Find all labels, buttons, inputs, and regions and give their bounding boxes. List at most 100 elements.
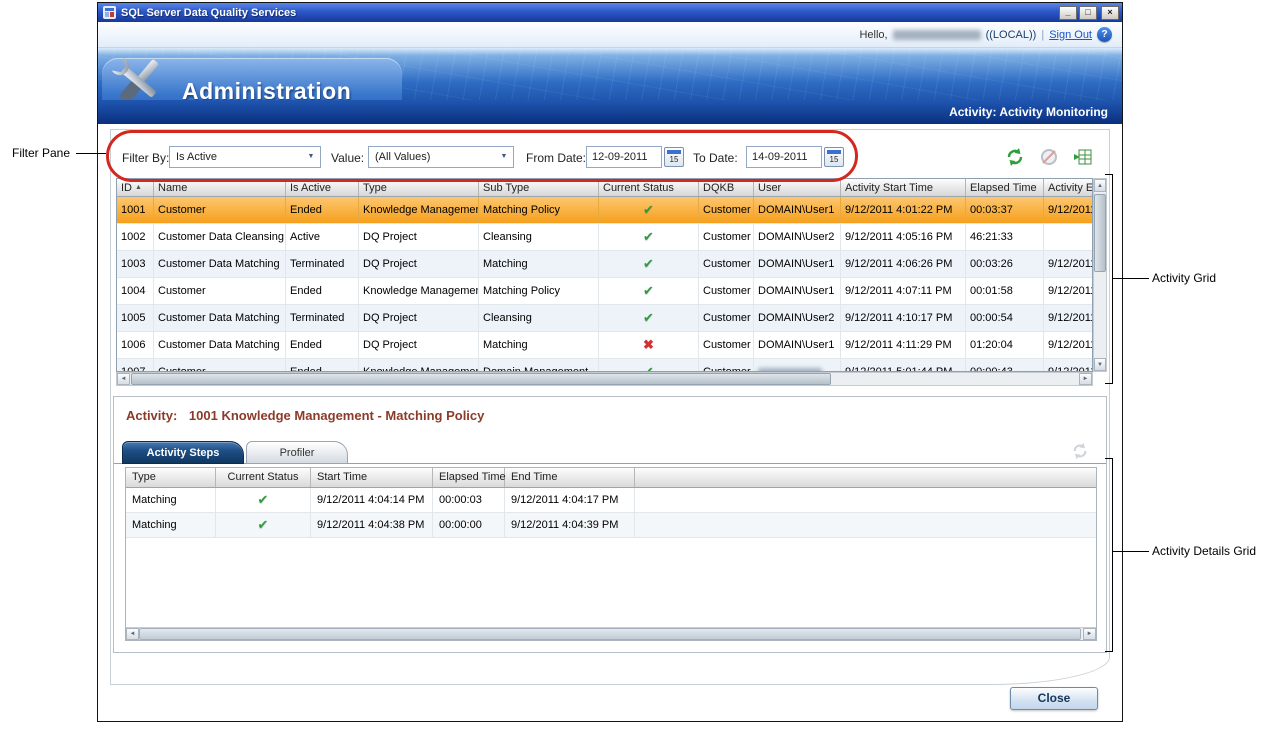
session-bar: Hello, ((LOCAL)) | Sign Out ? [98,22,1122,48]
tab-activity-steps[interactable]: Activity Steps [122,441,244,464]
cell-name: Customer Data Cleansing [154,224,286,250]
cell-start-time: 9/12/2011 4:01:22 PM [841,197,966,223]
activity-grid-row-partial[interactable]: 1007 Customer Ended Knowledge Management… [117,359,1092,372]
value-label: Value: [331,151,364,165]
value-value: (All Values) [375,151,430,163]
details-scrollbar-thumb[interactable] [139,628,1081,640]
sort-asc-icon: ▲ [135,180,142,196]
export-button[interactable] [1072,147,1094,167]
column-header-user[interactable]: User [754,179,841,196]
column-header-sub-type[interactable]: Sub Type [479,179,599,196]
status-ok-icon: ✔ [216,488,311,512]
maximize-button[interactable]: □ [1079,6,1097,20]
status-ok-icon: ✔ [599,359,699,372]
activity-status-strip: Activity: Activity Monitoring [98,100,1122,124]
filter-by-value: Is Active [176,151,217,163]
administration-banner: Administration Activity: Activity Monito… [98,48,1122,124]
cell-user-redacted [754,359,841,372]
minimize-button[interactable]: _ [1059,6,1077,20]
column-header-is-active[interactable]: Is Active [286,179,359,196]
cell-sub-type: Cleansing [479,224,599,250]
cell-type: Knowledge Management [359,197,479,223]
cell-end-time: 9/12/2011 [1044,332,1092,358]
activity-grid-row[interactable]: 1005 Customer Data Matching Terminated D… [117,305,1092,332]
annotation-bracket-activity-grid [1105,174,1113,384]
sign-out-link[interactable]: Sign Out [1049,29,1092,41]
cell-end-time: 9/12/2011 4:04:39 PM [505,513,635,537]
column-header-dqkb[interactable]: DQKB [699,179,754,196]
cell-name: Customer Data Matching [154,305,286,331]
column-header-current-status[interactable]: Current Status [216,468,311,487]
refresh-button[interactable] [1004,147,1026,167]
status-ok-icon: ✔ [599,251,699,277]
cell-type: Matching [126,513,216,537]
to-date-input[interactable]: 14-09-2011 [746,146,822,168]
annotation-activity-grid: Activity Grid [1152,271,1216,285]
column-header-start-time[interactable]: Activity Start Time [841,179,966,196]
horizontal-scrollbar[interactable]: ◄ ► [116,372,1093,386]
cell-is-active: Terminated [286,251,359,277]
column-header-elapsed-time[interactable]: Elapsed Time [433,468,505,487]
activity-grid-row[interactable]: 1003 Customer Data Matching Terminated D… [117,251,1092,278]
value-select[interactable]: (All Values) ▼ [368,146,514,168]
tab-profiler[interactable]: Profiler [246,441,348,464]
scroll-right-button[interactable]: ► [1079,373,1092,385]
cell-name: Customer [154,359,286,372]
column-header-name[interactable]: Name [154,179,286,196]
cell-name: Customer [154,278,286,304]
help-icon[interactable]: ? [1097,27,1112,42]
activity-details-panel: Activity: 1001 Knowledge Management - Ma… [113,396,1107,653]
activity-grid-header: ID ▲ Name Is Active Type Sub Type Curren… [117,179,1092,197]
column-header-type[interactable]: Type [126,468,216,487]
details-horizontal-scrollbar[interactable]: ◄ ► [126,627,1096,640]
cell-type: Knowledge Management [359,359,479,372]
annotation-line [1113,551,1149,552]
cell-is-active: Ended [286,278,359,304]
cell-type: Knowledge Management [359,278,479,304]
terminate-activity-button-disabled[interactable] [1038,147,1060,167]
cell-end-time: 9/12/2011 [1044,359,1092,372]
activity-step-row[interactable]: Matching ✔ 9/12/2011 4:04:14 PM 00:00:03… [126,488,1096,513]
cell-elapsed: 00:01:58 [966,278,1044,304]
activity-grid-row[interactable]: 1004 Customer Ended Knowledge Management… [117,278,1092,305]
cell-user: DOMAIN\User2 [754,305,841,331]
details-title-label: Activity: [126,408,177,423]
refresh-steps-icon-disabled[interactable] [1070,442,1090,460]
annotation-line [76,153,106,154]
close-window-button[interactable]: × [1101,6,1119,20]
column-header-start-time[interactable]: Start Time [311,468,433,487]
details-title-value: 1001 Knowledge Management - Matching Pol… [189,408,484,423]
status-failed-icon: ✖ [599,332,699,358]
status-ok-icon: ✔ [599,197,699,223]
cell-dqkb: Customer [699,359,754,372]
scroll-right-button[interactable]: ► [1083,628,1096,640]
activity-step-row[interactable]: Matching ✔ 9/12/2011 4:04:38 PM 00:00:00… [126,513,1096,538]
scroll-left-button[interactable]: ◄ [117,373,130,385]
activity-grid-row[interactable]: 1006 Customer Data Matching Ended DQ Pro… [117,332,1092,359]
cell-end-time: 9/12/2011 [1044,251,1092,277]
horizontal-scrollbar-thumb[interactable] [131,373,831,385]
column-header-elapsed-time[interactable]: Elapsed Time [966,179,1044,196]
activity-grid-row[interactable]: 1002 Customer Data Cleansing Active DQ P… [117,224,1092,251]
to-date-calendar-button[interactable]: 15 [824,147,844,167]
activity-grid-row[interactable]: 1001 Customer Ended Knowledge Management… [117,197,1092,224]
activity-status-label: Activity: Activity Monitoring [949,105,1108,119]
dqs-window: SQL Server Data Quality Services _ □ × H… [97,2,1123,722]
from-date-input[interactable]: 12-09-2011 [586,146,662,168]
status-ok-icon: ✔ [599,305,699,331]
cell-dqkb: Customer [699,251,754,277]
column-header-type[interactable]: Type [359,179,479,196]
annotation-bracket-details-grid [1105,458,1113,652]
filter-by-select[interactable]: Is Active ▼ [169,146,321,168]
server-label: ((LOCAL)) [986,29,1037,41]
scroll-left-button[interactable]: ◄ [126,628,139,640]
close-button[interactable]: Close [1010,687,1098,710]
column-header-current-status[interactable]: Current Status [599,179,699,196]
app-icon [103,6,116,19]
column-header-id[interactable]: ID ▲ [117,179,154,196]
cell-start-time: 9/12/2011 4:06:26 PM [841,251,966,277]
cell-start-time: 9/12/2011 4:10:17 PM [841,305,966,331]
column-header-end-time[interactable]: Activity End Time [1044,179,1092,196]
from-date-calendar-button[interactable]: 15 [664,147,684,167]
column-header-end-time[interactable]: End Time [505,468,635,487]
